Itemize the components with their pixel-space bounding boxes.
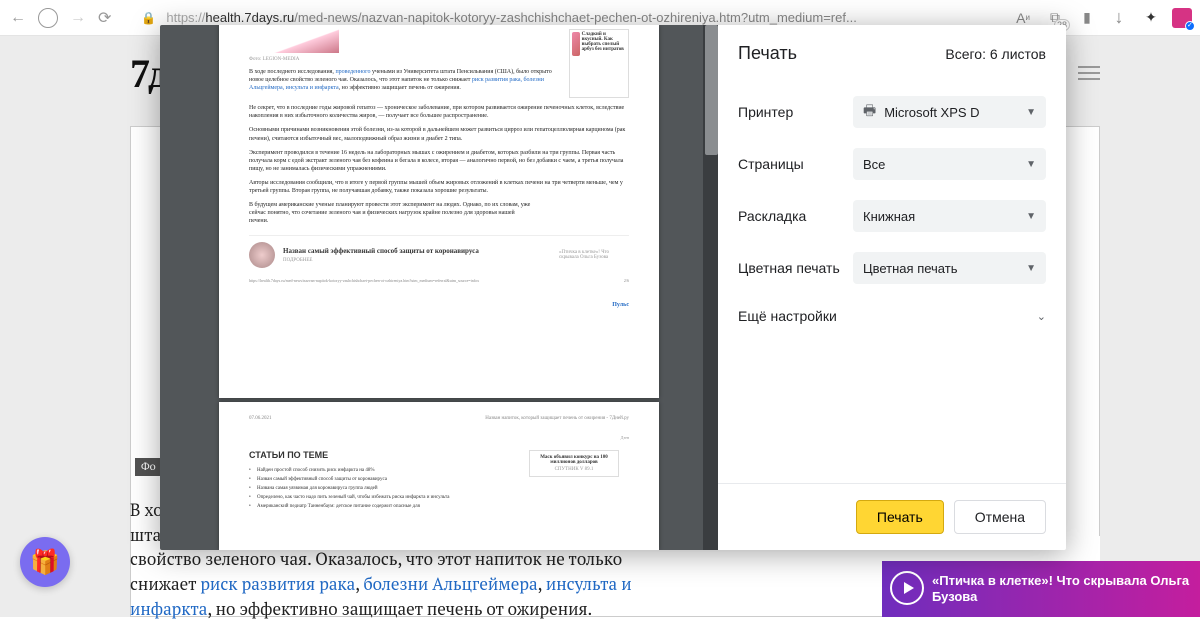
article-fragment: , но эффективно защищает печень от ожире…	[207, 597, 592, 620]
article-link[interactable]: болезни Альцгеймера	[363, 572, 537, 595]
article-link[interactable]: риск развития рака	[200, 572, 355, 595]
preview-sidebar-card: Сладкий и вкусный. Как выбрать спелый ар…	[569, 29, 629, 98]
pages-label: Страницы	[738, 156, 853, 172]
preview-news-card: Маск объявил конкурс на 100 миллионов до…	[529, 450, 619, 477]
photo-credit-tag: Фо	[135, 458, 162, 476]
preview-paragraph: Не секрет, что в последние годы жировой …	[249, 104, 629, 120]
lock-icon: 🔒	[141, 11, 156, 25]
preview-paragraph: Авторы исследования сообщили, что в итог…	[249, 179, 629, 195]
printer-label: Принтер	[738, 104, 853, 120]
url-protocol: https://	[166, 10, 205, 25]
preview-paragraph: В будущем американские ученые планируют …	[249, 201, 534, 225]
preview-promo: Назван самый эффективный способ защиты о…	[249, 235, 629, 268]
preview-caption: Фото: LEGION-MEDIA	[249, 57, 559, 62]
preview-page-3: 07.06.2021Назван напиток, который защища…	[219, 402, 659, 550]
yandex-home-button[interactable]	[38, 8, 58, 28]
play-icon[interactable]	[890, 571, 924, 605]
menu-button[interactable]	[1078, 66, 1100, 80]
chevron-down-icon: ▼	[1026, 211, 1036, 222]
printer-select[interactable]: 🖶 Microsoft XPS D ▼	[853, 96, 1046, 128]
layout-label: Раскладка	[738, 208, 853, 224]
preview-scrollbar[interactable]	[703, 25, 718, 550]
article-fragment: В хо	[130, 498, 163, 521]
preview-section-title: СТАТЬИ ПО ТЕМЕ	[249, 450, 513, 460]
print-settings-pane: Печать Всего: 6 листов Принтер 🖶 Microso…	[718, 25, 1066, 550]
color-label: Цветная печать	[738, 260, 853, 277]
url-path: /med-news/nazvan-napitok-kotoryy-zashchi…	[294, 10, 857, 25]
banner-text: «Птичка в клетке»! Что скрывала Ольга Бу…	[932, 573, 1200, 604]
reload-button[interactable]: ⟳	[98, 8, 111, 28]
print-preview-pane: Фото: LEGION-MEDIA В ходе последнего исс…	[160, 25, 718, 550]
cancel-button[interactable]: Отмена	[954, 500, 1046, 534]
pages-select[interactable]: Все ▼	[853, 148, 1046, 180]
more-settings-toggle[interactable]: Ещё настройки ⌄	[738, 294, 1046, 338]
color-select[interactable]: Цветная печать ▼	[853, 252, 1046, 284]
preview-pulse-link: Пульс	[612, 302, 629, 308]
print-button[interactable]: Печать	[856, 500, 944, 534]
alice-icon[interactable]: ✦	[1140, 7, 1162, 29]
preview-image	[249, 29, 339, 53]
pages-value: Все	[863, 157, 885, 172]
dialog-title: Печать	[738, 43, 797, 64]
printer-icon: 🖶	[863, 100, 876, 124]
print-dialog: Фото: LEGION-MEDIA В ходе последнего исс…	[160, 25, 1066, 550]
bookmark-icon[interactable]: ▮	[1076, 7, 1098, 29]
color-value: Цветная печать	[863, 261, 957, 276]
more-settings-label: Ещё настройки	[738, 308, 837, 324]
sheet-count: Всего: 6 листов	[945, 46, 1046, 62]
printer-value: Microsoft XPS D	[884, 105, 979, 120]
gift-button[interactable]: 🎁	[20, 537, 70, 587]
preview-paragraph: Эксперимент проводился в течение 16 неде…	[249, 149, 629, 173]
url-host: health.7days.ru	[205, 10, 294, 25]
downloads-icon[interactable]: ↓	[1108, 7, 1130, 29]
layout-value: Книжная	[863, 209, 915, 224]
preview-paragraph: Основными причинами возникновения этой б…	[249, 126, 629, 142]
chevron-down-icon: ▼	[1026, 159, 1036, 170]
address-bar[interactable]: https://health.7days.ru/med-news/nazvan-…	[166, 10, 1002, 25]
preview-scrollbar-thumb[interactable]	[705, 25, 718, 155]
extension-icon[interactable]	[1172, 8, 1192, 28]
preview-page-2: Фото: LEGION-MEDIA В ходе последнего исс…	[219, 25, 659, 398]
chevron-down-icon: ▼	[1026, 263, 1036, 274]
chevron-down-icon: ⌄	[1037, 310, 1046, 323]
layout-select[interactable]: Книжная ▼	[853, 200, 1046, 232]
media-banner[interactable]: «Птичка в клетке»! Что скрывала Ольга Бу…	[882, 561, 1200, 617]
back-button[interactable]: ←	[8, 9, 28, 27]
forward-button[interactable]: →	[68, 9, 88, 27]
chevron-down-icon: ▼	[1026, 107, 1036, 118]
